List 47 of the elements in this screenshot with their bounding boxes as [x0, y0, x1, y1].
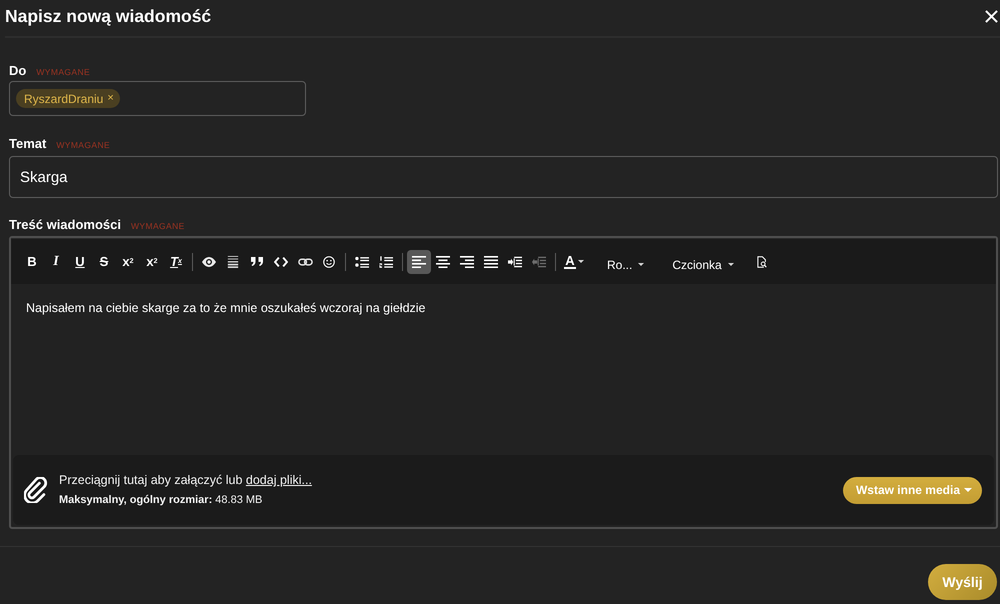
align-center-icon: [436, 256, 450, 268]
field-label: Treść wiadomości: [9, 217, 121, 232]
superscript-button[interactable]: x$^{2}$: [140, 250, 164, 274]
numbered-list-icon: [379, 256, 393, 268]
align-left-icon: [412, 256, 426, 268]
field-label: Temat: [9, 136, 46, 151]
field-label: Do: [9, 63, 26, 78]
italic-button[interactable]: I: [44, 250, 68, 274]
caret-icon: [964, 488, 972, 492]
size-limit-text: Maksymalny, ogólny rozmiar: 48.83 MB: [59, 494, 264, 507]
required-note: WYMAGANE: [56, 140, 110, 150]
message-body-field[interactable]: Napisałem na ciebie skarge za to że mnie oszukałeś wczoraj na giełdzie: [11, 284, 996, 455]
close-icon: [985, 10, 998, 22]
text-color-button[interactable]: A: [561, 250, 587, 274]
paperclip-icon: [24, 477, 48, 503]
justify-icon: [484, 256, 498, 268]
link-icon: [298, 258, 312, 266]
caret-icon: [728, 263, 734, 266]
paragraph-format-dropdown[interactable]: Ro...: [605, 252, 646, 276]
add-files-link[interactable]: dodaj pliki...: [246, 473, 312, 487]
code-icon: [274, 256, 288, 268]
bold-button[interactable]: B: [20, 250, 44, 274]
recipients-field[interactable]: RyszardDraniu ×: [9, 81, 306, 116]
underline-button[interactable]: U: [68, 250, 92, 274]
strikethrough-button[interactable]: S: [92, 250, 116, 274]
required-note: WYMAGANE: [131, 221, 185, 231]
dialog-title: Napisz nową wiadomość: [5, 6, 212, 26]
remove-recipient-button[interactable]: ×: [107, 93, 114, 104]
lines-icon: [226, 256, 240, 268]
required-note: WYMAGANE: [36, 67, 90, 77]
font-dropdown[interactable]: Czcionka: [670, 252, 736, 276]
smiley-icon: [322, 256, 336, 268]
close-button[interactable]: [985, 10, 998, 22]
message-text: Napisałem na ciebie skarge za to że mnie oszukałeś wczoraj na giełdzie: [26, 301, 427, 316]
caret-icon: [578, 260, 584, 263]
outdent-icon: [532, 256, 546, 268]
quote-icon: [250, 257, 264, 266]
caret-icon: [638, 263, 644, 266]
recipient-name: RyszardDraniu: [24, 92, 104, 106]
eye-icon: [202, 256, 216, 268]
align-right-icon: [460, 256, 474, 268]
bullet-list-icon: [355, 256, 369, 268]
document-magnifier-icon: [754, 256, 769, 268]
indent-icon: [508, 256, 522, 268]
align-left-button[interactable]: [407, 250, 431, 274]
attachment-hint: Przeciągnij tutaj aby załączyć lub dodaj pliki...: [59, 473, 312, 488]
subject-field[interactable]: Skarga: [9, 156, 998, 198]
